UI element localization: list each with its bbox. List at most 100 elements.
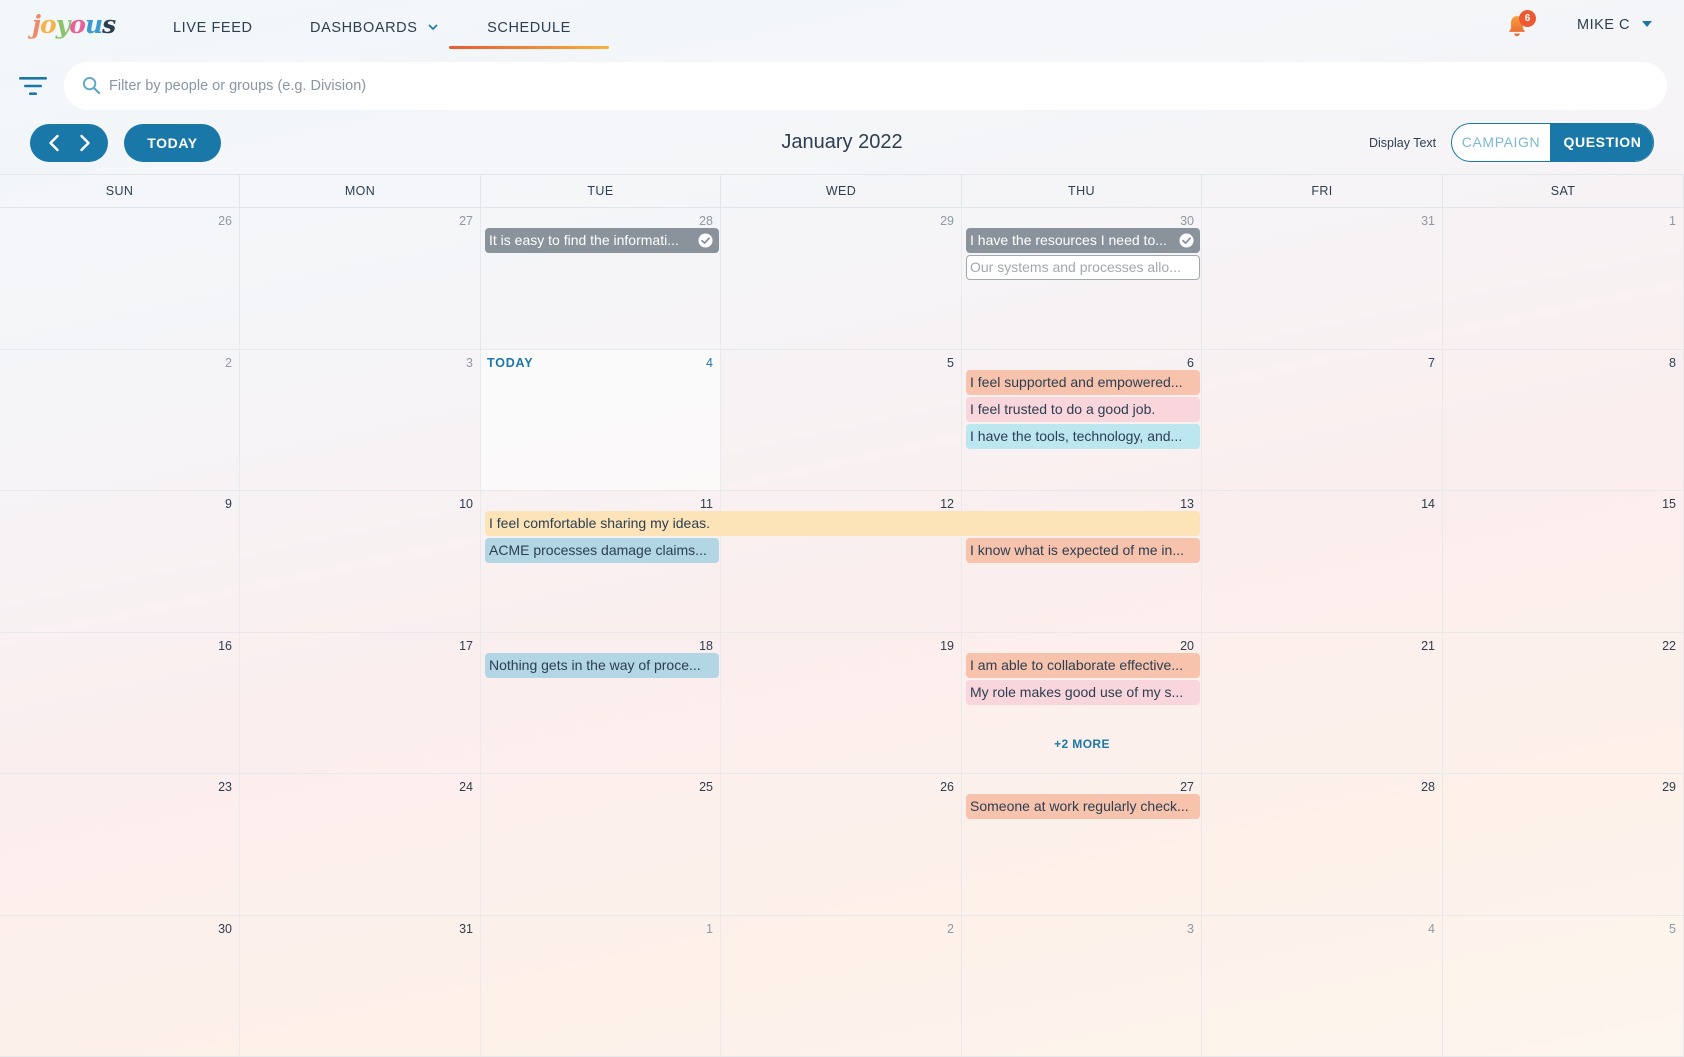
more-events-link[interactable]: +2 MORE <box>962 737 1202 751</box>
calendar-event[interactable]: I know what is expected of me in... <box>966 538 1200 563</box>
next-month-button[interactable] <box>73 131 97 155</box>
day-number: 30 <box>218 922 232 936</box>
calendar-event[interactable]: I have the resources I need to... <box>966 228 1200 253</box>
day-cell[interactable]: 21 <box>1202 633 1443 774</box>
previous-month-button[interactable] <box>42 131 66 155</box>
day-number: 27 <box>1180 780 1194 794</box>
day-cell[interactable]: 5 <box>721 350 962 491</box>
day-cell[interactable]: 9 <box>0 491 240 633</box>
user-name: MIKE C <box>1577 17 1630 33</box>
joyous-logo[interactable]: joyous <box>32 10 116 39</box>
day-cell[interactable]: 1 <box>481 916 721 1057</box>
filter-icon[interactable] <box>19 75 47 97</box>
day-number: 8 <box>1669 356 1676 370</box>
month-title: January 2022 <box>781 131 903 153</box>
today-label: TODAY <box>487 356 534 370</box>
event-title: I have the resources I need to... <box>970 232 1167 248</box>
day-number: 2 <box>225 356 232 370</box>
filter-search-input[interactable] <box>109 62 1649 110</box>
day-cell[interactable]: 1 <box>1443 208 1684 350</box>
search-box <box>64 62 1667 110</box>
month-navigation <box>30 124 108 162</box>
day-number: 7 <box>1428 356 1435 370</box>
calendar-event[interactable]: Our systems and processes allo... <box>966 255 1200 280</box>
day-cell[interactable]: 19 <box>721 633 962 774</box>
event-title: Someone at work regularly check... <box>970 798 1189 814</box>
day-cell[interactable]: 29 <box>721 208 962 350</box>
calendar-event[interactable]: I have the tools, technology, and... <box>966 424 1200 449</box>
today-button[interactable]: TODAY <box>124 124 221 162</box>
day-cell[interactable]: 4 TODAY <box>481 350 721 491</box>
day-number: 1 <box>706 922 713 936</box>
day-number: 26 <box>218 214 232 228</box>
day-cell[interactable]: 25 <box>481 774 721 916</box>
day-number: 5 <box>1669 922 1676 936</box>
notification-count-badge: 6 <box>1519 10 1536 27</box>
day-cell[interactable]: 27 <box>240 208 481 350</box>
calendar-event[interactable]: I feel supported and empowered... <box>966 370 1200 395</box>
day-number: 18 <box>699 639 713 653</box>
calendar-event[interactable]: ACME processes damage claims... <box>485 538 719 563</box>
day-cell[interactable]: 31 <box>240 916 481 1057</box>
day-number: 31 <box>459 922 473 936</box>
day-cell[interactable]: 7 <box>1202 350 1443 491</box>
user-menu[interactable]: MIKE C <box>1577 17 1652 33</box>
day-number: 11 <box>700 497 713 511</box>
calendar-event[interactable]: I feel trusted to do a good job. <box>966 397 1200 422</box>
day-cell[interactable]: 14 <box>1202 491 1443 633</box>
event-title: I feel supported and empowered... <box>970 374 1183 390</box>
nav-schedule[interactable]: SCHEDULE <box>449 20 609 48</box>
day-cell[interactable]: 29 <box>1443 774 1684 916</box>
day-number: 12 <box>940 497 954 511</box>
day-number: 4 <box>1428 922 1435 936</box>
day-number: 5 <box>947 356 954 370</box>
day-cell[interactable]: 26 <box>721 774 962 916</box>
day-cell[interactable]: 2 <box>721 916 962 1057</box>
calendar-event[interactable]: Someone at work regularly check... <box>966 794 1200 819</box>
day-cell[interactable]: 30 <box>0 916 240 1057</box>
top-navigation: joyous LIVE FEED DASHBOARDS SCHEDULE 6 M… <box>0 0 1684 52</box>
chevron-down-icon <box>428 24 438 30</box>
event-title: It is easy to find the informati... <box>489 232 679 248</box>
day-cell[interactable]: 22 <box>1443 633 1684 774</box>
day-number: 4 <box>706 356 713 370</box>
day-number: 23 <box>218 780 232 794</box>
event-title: I am able to collaborate effective... <box>970 657 1183 673</box>
day-number: 15 <box>1662 497 1676 511</box>
day-cell[interactable]: 24 <box>240 774 481 916</box>
month-calendar: SUN MON TUE WED THU FRI SAT 26 27 28 29 30 31 1 2 3 4 TO… <box>0 174 1684 1057</box>
calendar-event[interactable]: I am able to collaborate effective... <box>966 653 1200 678</box>
active-tab-indicator <box>449 46 609 49</box>
day-cell[interactable]: 3 <box>240 350 481 491</box>
toggle-question[interactable]: QUESTION <box>1550 124 1653 161</box>
day-cell[interactable]: 16 <box>0 633 240 774</box>
day-cell[interactable]: 17 <box>240 633 481 774</box>
day-cell[interactable]: 31 <box>1202 208 1443 350</box>
toggle-campaign[interactable]: CAMPAIGN <box>1452 124 1550 161</box>
weekday-header: SUN MON TUE WED THU FRI SAT <box>0 174 1684 208</box>
check-circle-icon <box>698 233 713 248</box>
calendar-event[interactable]: My role makes good use of my s... <box>966 680 1200 705</box>
calendar-event[interactable]: It is easy to find the informati... <box>485 228 719 253</box>
day-cell[interactable]: 4 <box>1202 916 1443 1057</box>
day-number: 19 <box>940 639 954 653</box>
day-cell[interactable]: 15 <box>1443 491 1684 633</box>
day-cell[interactable]: 23 <box>0 774 240 916</box>
day-cell[interactable]: 2 <box>0 350 240 491</box>
calendar-event[interactable]: I feel comfortable sharing my ideas. <box>485 511 1200 536</box>
day-number: 13 <box>1180 497 1194 511</box>
day-cell[interactable]: 10 <box>240 491 481 633</box>
day-cell[interactable]: 26 <box>0 208 240 350</box>
weekday-tue: TUE <box>481 175 721 208</box>
day-number: 30 <box>1180 214 1194 228</box>
day-cell[interactable]: 5 <box>1443 916 1684 1057</box>
day-cell[interactable]: 3 <box>962 916 1202 1057</box>
weekday-wed: WED <box>721 175 962 208</box>
nav-live-feed[interactable]: LIVE FEED <box>173 20 253 48</box>
calendar-event[interactable]: Nothing gets in the way of proce... <box>485 653 719 678</box>
day-cell[interactable]: 8 <box>1443 350 1684 491</box>
day-cell[interactable]: 28 <box>1202 774 1443 916</box>
day-number: 29 <box>940 214 954 228</box>
nav-dashboards[interactable]: DASHBOARDS <box>310 20 438 48</box>
day-number: 20 <box>1180 639 1194 653</box>
